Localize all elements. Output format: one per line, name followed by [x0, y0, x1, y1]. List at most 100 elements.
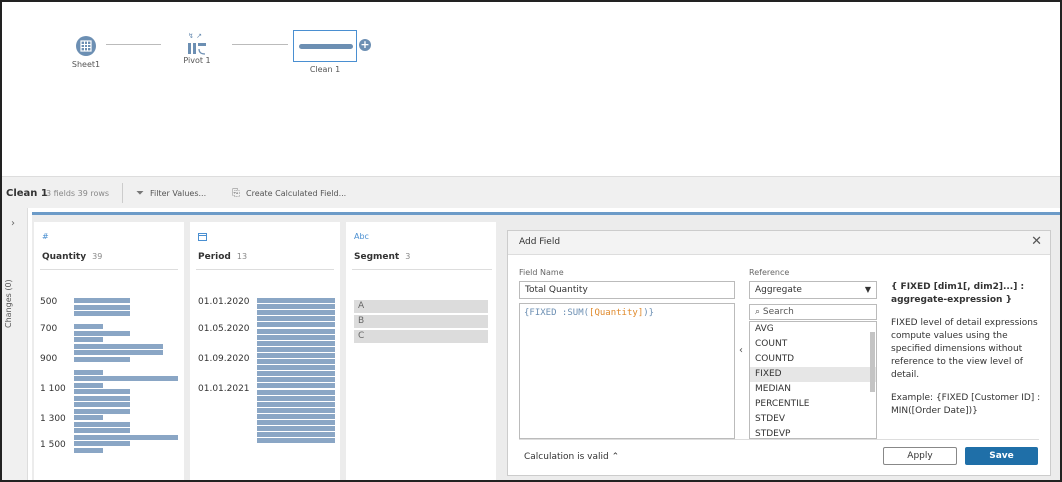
header-divider [352, 269, 492, 270]
function-item[interactable]: COUNTD [750, 352, 876, 367]
date-bar[interactable] [257, 352, 335, 358]
search-placeholder: Search [762, 307, 794, 317]
function-help: { FIXED [dim1[, dim2]...] : aggregate-ex… [891, 281, 1045, 428]
segment-value[interactable]: A [354, 300, 488, 313]
string-type-icon: Abc [354, 232, 369, 241]
date-bar[interactable] [257, 413, 335, 419]
flow-node-sheet1[interactable]: Sheet1 [66, 36, 106, 69]
histogram-bar[interactable] [74, 304, 130, 310]
field-header[interactable]: Quantity 39 [42, 252, 102, 262]
header-divider [196, 269, 334, 270]
date-bar[interactable] [257, 328, 335, 334]
close-icon[interactable]: ✕ [1031, 234, 1042, 249]
date-bar[interactable] [257, 401, 335, 407]
date-bar[interactable] [257, 359, 335, 364]
field-header[interactable]: Segment 3 [354, 252, 410, 262]
date-bar[interactable] [257, 334, 335, 340]
date-bar[interactable] [257, 310, 335, 316]
changes-panel[interactable]: › Changes (0) [2, 208, 28, 480]
date-bar[interactable] [257, 316, 335, 322]
filter-values-button[interactable]: ⏷ Filter Values... [136, 188, 206, 199]
histogram-bar[interactable] [74, 415, 103, 420]
date-bar[interactable] [257, 304, 335, 310]
create-calc-label: Create Calculated Field... [246, 189, 347, 198]
calculation-editor[interactable]: {FIXED :SUM([Quantity])} [519, 303, 735, 439]
chevron-left-icon[interactable]: ‹ [739, 345, 743, 356]
date-bar[interactable] [257, 322, 335, 328]
histogram-bar[interactable] [74, 428, 130, 433]
histogram-bar[interactable] [74, 343, 163, 349]
date-bar[interactable] [257, 432, 335, 438]
histogram-bar[interactable] [74, 382, 103, 388]
histogram-bar[interactable] [74, 369, 103, 375]
histogram-bar[interactable] [74, 395, 130, 401]
apply-button[interactable]: Apply [883, 447, 957, 465]
create-calculated-field-button[interactable]: ⎘ Create Calculated Field... [232, 188, 346, 199]
function-item[interactable]: FIXED [750, 367, 876, 382]
help-signature: { FIXED [dim1[, dim2]...] : aggregate-ex… [891, 282, 1025, 305]
histogram-bar[interactable] [74, 421, 130, 427]
function-item[interactable]: STDEV [750, 412, 876, 427]
add-step-icon[interactable]: + [359, 39, 371, 51]
histogram-bar[interactable] [74, 350, 163, 355]
profile-card-quantity[interactable]: # Quantity 39 500 700 900 1 100 1 300 1 500 [34, 222, 184, 480]
date-bar[interactable] [257, 371, 335, 377]
help-description: FIXED level of detail expressions comput… [891, 318, 1038, 380]
list-scrollbar[interactable] [870, 332, 875, 392]
help-example: Example: {FIXED [Customer ID] : MIN([Ord… [891, 393, 1041, 416]
profile-card-segment[interactable]: Abc Segment 3 A B C [346, 222, 496, 480]
date-bar[interactable] [257, 340, 335, 346]
histogram-bar[interactable] [74, 408, 130, 414]
date-bar[interactable] [257, 426, 335, 432]
field-header[interactable]: Period 13 [198, 252, 247, 262]
histogram-bar[interactable] [74, 402, 130, 407]
date-bar[interactable] [257, 346, 335, 352]
date-bar[interactable] [257, 365, 335, 371]
histogram-bar[interactable] [74, 441, 130, 446]
histogram-bar[interactable] [74, 311, 130, 316]
calc-status[interactable]: Calculation is valid ⌃ [524, 452, 619, 462]
calc-open: {FIXED : [524, 308, 568, 318]
save-button[interactable]: Save [965, 447, 1038, 465]
reference-selected: Aggregate [755, 285, 802, 295]
function-item[interactable]: PERCENTILE [750, 397, 876, 412]
function-item[interactable]: AVG [750, 322, 876, 337]
flow-node-pivot[interactable]: ↯ ↗ Pivot 1 [174, 30, 220, 65]
function-search-input[interactable]: ⌕ Search [749, 304, 877, 320]
date-bar[interactable] [257, 389, 335, 395]
reference-dropdown[interactable]: Aggregate ▼ [749, 281, 877, 299]
histogram-bar[interactable] [74, 447, 103, 453]
function-item[interactable]: COUNT [750, 337, 876, 352]
date-bar[interactable] [257, 377, 335, 383]
histogram-bar[interactable] [74, 434, 178, 440]
axis-label: 1 100 [40, 384, 66, 394]
function-item[interactable]: STDEVP [750, 427, 876, 438]
axis-label: 500 [40, 297, 58, 307]
date-bar[interactable] [257, 383, 335, 389]
histogram-bar[interactable] [74, 356, 130, 362]
axis-label: 01.09.2020 [198, 354, 250, 364]
histogram-bar[interactable] [74, 324, 103, 329]
date-bar[interactable] [257, 438, 335, 444]
function-list[interactable]: AVG COUNT COUNTD FIXED MEDIAN PERCENTILE STDEV… [749, 321, 877, 439]
calc-function: SUM( [567, 308, 590, 318]
profile-top-border [32, 212, 1060, 215]
function-item[interactable]: MEDIAN [750, 382, 876, 397]
chevron-right-icon[interactable]: › [11, 218, 15, 229]
date-bar[interactable] [257, 420, 335, 425]
histogram-bar[interactable] [74, 337, 103, 342]
field-name-input[interactable]: Total Quantity [519, 281, 735, 299]
profile-card-period[interactable]: Period 13 01.01.2020 01.05.2020 01.09.2020 0… [190, 222, 340, 480]
date-bar[interactable] [257, 395, 335, 401]
date-bar[interactable] [257, 298, 335, 303]
segment-value[interactable]: C [354, 330, 488, 343]
flow-connector [232, 44, 288, 45]
histogram-bar[interactable] [74, 298, 130, 303]
histogram-bar[interactable] [74, 376, 178, 381]
flow-node-clean[interactable] [293, 30, 357, 62]
histogram-bar[interactable] [74, 330, 130, 336]
histogram-bar[interactable] [74, 389, 130, 394]
changes-label: Changes (0) [4, 279, 13, 328]
date-bar[interactable] [257, 407, 335, 413]
segment-value[interactable]: B [354, 315, 488, 328]
